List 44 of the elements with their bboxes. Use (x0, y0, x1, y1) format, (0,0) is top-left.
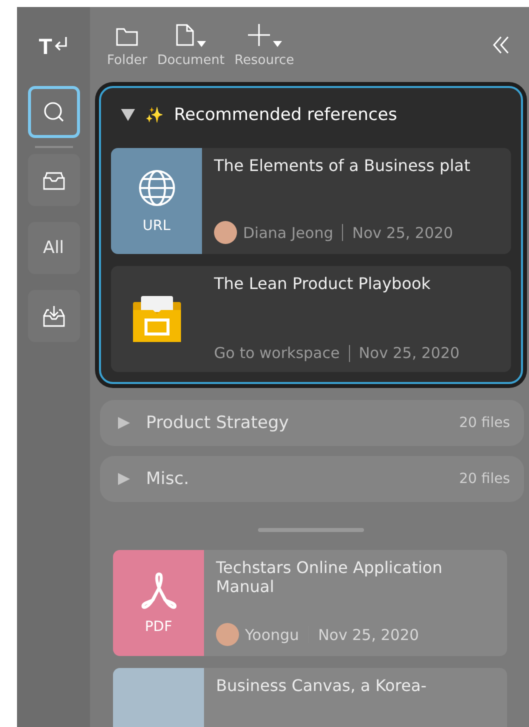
avatar (214, 221, 237, 244)
date-text: Nov 25, 2020 (352, 224, 454, 242)
author-name: Yoongu (245, 626, 300, 644)
app-logo: T (38, 34, 52, 60)
pdf-thumbnail: PDF (113, 550, 204, 656)
file-card[interactable]: PDF Techstars Online Application Manual Yoongu Nov 25, 2020 (113, 550, 507, 656)
all-button[interactable]: All (28, 222, 80, 274)
group-name: Misc. (146, 469, 189, 489)
folder-group[interactable]: Product Strategy 20 files (100, 400, 524, 446)
author-name: Diana Jeong (243, 224, 334, 242)
section-title: Recommended references (174, 105, 398, 125)
search-icon (42, 100, 66, 124)
plus-icon (246, 23, 271, 47)
file-title: Business Canvas, a Korea- (216, 676, 428, 695)
group-name: Product Strategy (146, 413, 289, 433)
document-icon (175, 23, 196, 47)
import-button[interactable] (28, 290, 80, 342)
search-button[interactable] (28, 86, 80, 138)
resource-button[interactable]: Resource (232, 21, 296, 68)
folder-icon (115, 27, 140, 47)
reference-title: The Elements of a Business plat (214, 156, 472, 175)
document-button[interactable]: Document (155, 21, 227, 68)
reference-card[interactable]: URL The Elements of a Business plat Diana Jeong Nov 25, 2020 (111, 148, 511, 254)
reference-title: The Lean Product Playbook (214, 274, 432, 293)
download-tray-icon (40, 304, 66, 328)
collapse-button[interactable] (491, 34, 511, 54)
reference-card[interactable]: The Lean Product Playbook Go to workspace Nov 25, 2020 (111, 266, 511, 372)
box-icon (132, 294, 182, 344)
folder-button[interactable]: Folder (105, 21, 150, 68)
date-text: Nov 25, 2020 (318, 626, 419, 644)
file-title: Techstars Online Application Manual (216, 558, 444, 596)
double-chevron-left-icon (491, 34, 511, 54)
workspace-link[interactable]: Go to workspace (214, 344, 340, 362)
file-count: 20 files (459, 415, 510, 431)
inbox-button[interactable] (28, 154, 80, 206)
sparkle-emoji: ✨ (145, 106, 164, 124)
collapse-triangle-icon[interactable] (121, 109, 135, 121)
date-text: Nov 25, 2020 (358, 344, 460, 362)
folder-group[interactable]: Misc. 20 files (100, 456, 524, 502)
url-thumbnail: URL (111, 148, 202, 254)
avatar (216, 623, 239, 646)
return-arrow-icon (54, 36, 68, 52)
file-count: 20 files (459, 471, 510, 487)
file-card[interactable]: Business Canvas, a Korea- (113, 668, 507, 727)
